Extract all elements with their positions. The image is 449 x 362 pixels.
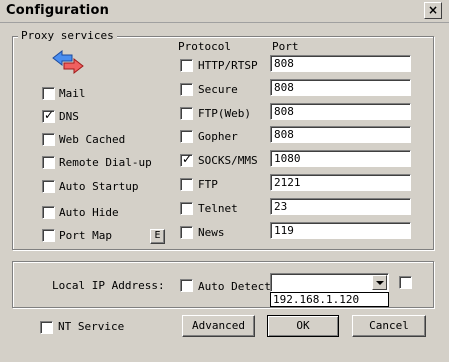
mail-label: Mail xyxy=(59,87,86,100)
gopher-port-field[interactable]: 808 xyxy=(270,126,411,143)
http-rtsp-checkbox[interactable] xyxy=(180,59,193,72)
proxy-services-legend: Proxy services xyxy=(18,29,117,42)
close-button[interactable]: × xyxy=(424,2,442,19)
extra-checkbox[interactable] xyxy=(399,276,412,289)
socks-mms-port-field[interactable]: 1080 xyxy=(270,150,411,167)
secure-label: Secure xyxy=(198,83,238,96)
web-cached-label: Web Cached xyxy=(59,133,126,146)
local-ip-label: Local IP Address: xyxy=(52,279,165,292)
secure-port-field[interactable]: 808 xyxy=(270,79,411,96)
nt-service-label: NT Service xyxy=(58,320,125,333)
port-map-checkbox[interactable] xyxy=(42,229,55,242)
dns-checkbox[interactable]: ✓ xyxy=(42,108,55,123)
ftp-label: FTP xyxy=(198,178,218,191)
port-map-edit-button[interactable]: E xyxy=(150,229,165,244)
port-map-label: Port Map xyxy=(59,229,112,242)
ftp-web-port-field[interactable]: 808 xyxy=(270,103,411,120)
gopher-checkbox[interactable] xyxy=(180,130,193,143)
web-cached-checkbox[interactable] xyxy=(42,133,55,146)
check-icon: ✓ xyxy=(182,152,193,166)
ftp-web-checkbox[interactable] xyxy=(180,107,193,120)
socks-mms-label: SOCKS/MMS xyxy=(198,154,258,167)
nt-service-checkbox[interactable] xyxy=(40,321,53,334)
auto-startup-checkbox[interactable] xyxy=(42,180,55,193)
auto-hide-label: Auto Hide xyxy=(59,206,119,219)
remote-dial-up-label: Remote Dial-up xyxy=(59,156,152,169)
check-icon: ✓ xyxy=(44,108,55,122)
ftp-checkbox[interactable] xyxy=(180,178,193,191)
auto-startup-label: Auto Startup xyxy=(59,180,139,193)
auto-detect-checkbox[interactable] xyxy=(180,279,193,292)
remote-dial-up-checkbox[interactable] xyxy=(42,156,55,169)
window-title: Configuration xyxy=(6,3,110,18)
arrows-icon xyxy=(52,49,86,75)
mail-checkbox[interactable] xyxy=(42,87,55,100)
news-checkbox[interactable] xyxy=(180,226,193,239)
local-ip-combobox[interactable] xyxy=(270,273,389,292)
protocol-header: Protocol xyxy=(178,40,231,53)
telnet-label: Telnet xyxy=(198,202,238,215)
gopher-label: Gopher xyxy=(198,130,238,143)
dns-label: DNS xyxy=(59,110,79,123)
ftp-port-field[interactable]: 2121 xyxy=(270,174,411,191)
cancel-button[interactable]: Cancel xyxy=(352,315,426,337)
news-label: News xyxy=(198,226,225,239)
secure-checkbox[interactable] xyxy=(180,83,193,96)
dropdown-arrow-icon[interactable] xyxy=(372,275,387,290)
socks-mms-checkbox[interactable]: ✓ xyxy=(180,152,193,167)
ftp-web-label: FTP(Web) xyxy=(198,107,251,120)
telnet-checkbox[interactable] xyxy=(180,202,193,215)
advanced-button[interactable]: Advanced xyxy=(182,315,255,337)
auto-hide-checkbox[interactable] xyxy=(42,206,55,219)
ok-button[interactable]: OK xyxy=(267,315,339,337)
title-bar: Configuration × xyxy=(0,0,449,23)
http-rtsp-port-field[interactable]: 808 xyxy=(270,55,411,72)
close-icon: × xyxy=(427,3,439,17)
port-header: Port xyxy=(272,40,299,53)
news-port-field[interactable]: 119 xyxy=(270,222,411,239)
telnet-port-field[interactable]: 23 xyxy=(270,198,411,215)
auto-detect-label: Auto Detect xyxy=(198,280,271,293)
local-ip-dropdown-option[interactable]: 192.168.1.120 xyxy=(270,292,389,307)
http-rtsp-label: HTTP/RTSP xyxy=(198,59,258,72)
